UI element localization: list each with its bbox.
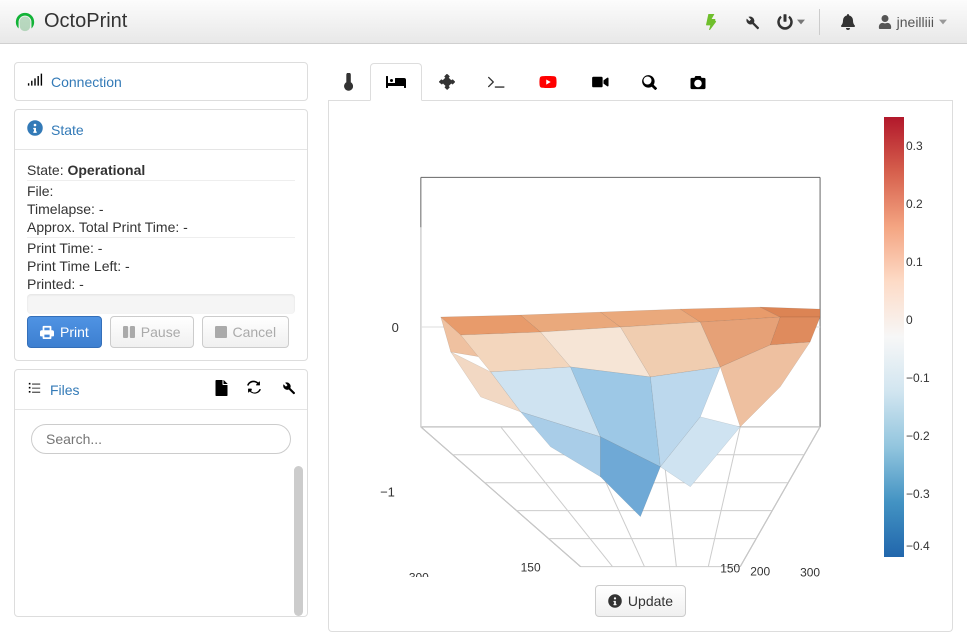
panel-files: Files	[14, 369, 308, 617]
search-input[interactable]	[31, 424, 291, 454]
refresh-icon[interactable]	[246, 380, 262, 399]
files-list[interactable]	[15, 466, 307, 616]
timelapse-label: Timelapse:	[27, 201, 95, 217]
sidebar: Connection State State: Operational File…	[14, 62, 308, 637]
octoprint-logo-icon	[14, 11, 36, 33]
tab-gcode-viewer[interactable]	[626, 63, 672, 101]
approx-value: -	[183, 219, 188, 235]
tabs	[328, 62, 953, 101]
tab-terminal[interactable]	[472, 63, 520, 101]
svg-text:−1: −1	[380, 485, 395, 500]
panel-state-title: State	[51, 122, 84, 138]
panel-connection-title: Connection	[51, 74, 122, 90]
user-icon	[878, 15, 892, 29]
tab-temperature[interactable]	[328, 63, 368, 101]
print-button[interactable]: Print	[27, 316, 102, 348]
file-icon[interactable]	[215, 380, 228, 399]
panel-connection: Connection	[14, 62, 308, 101]
tab-content-bed-visualizer: 0 −1 300 250 200 150 y 300 250 200 150 x	[328, 101, 953, 632]
approx-label: Approx. Total Print Time:	[27, 219, 179, 235]
printed-value: -	[79, 276, 84, 292]
print-time-label: Print Time:	[27, 240, 94, 256]
colorbar-gradient	[884, 117, 904, 557]
user-menu[interactable]: jneilliii	[872, 14, 953, 30]
brand[interactable]: OctoPrint	[14, 10, 127, 33]
print-time-left-label: Print Time Left:	[27, 258, 121, 274]
state-body: State: Operational File: Timelapse: - Ap…	[15, 150, 307, 360]
print-time-value: -	[98, 240, 103, 256]
tab-bed-visualizer[interactable]	[370, 63, 422, 101]
wrench-small-icon[interactable]	[280, 380, 295, 399]
signal-icon	[27, 73, 43, 90]
panel-state-header[interactable]: State	[15, 110, 307, 150]
panel-connection-header[interactable]: Connection	[15, 63, 307, 100]
info-icon	[27, 120, 43, 139]
bolt-icon[interactable]	[695, 5, 727, 39]
state-label: State:	[27, 162, 64, 178]
timelapse-value: -	[99, 201, 104, 217]
colorbar: 0.3 0.2 0.1 0 −0.1 −0.2 −0.3 −0.4	[870, 117, 940, 577]
tab-webcam[interactable]	[576, 63, 624, 101]
svg-text:0: 0	[392, 320, 399, 335]
caret-down-icon	[939, 18, 947, 26]
wrench-icon[interactable]	[735, 5, 767, 39]
tab-youtube[interactable]	[522, 63, 574, 101]
printed-label: Printed:	[27, 276, 75, 292]
panel-files-header[interactable]: Files	[15, 370, 307, 410]
divider	[819, 9, 820, 35]
pause-button[interactable]: Pause	[110, 316, 194, 348]
panel-state: State State: Operational File: Timelapse…	[14, 109, 308, 361]
power-icon[interactable]	[775, 5, 807, 39]
nav-right: jneilliii	[695, 5, 953, 39]
surface-plot[interactable]: 0 −1 300 250 200 150 y 300 250 200 150 x	[341, 117, 860, 577]
brand-name: OctoPrint	[44, 10, 127, 33]
bell-icon[interactable]	[832, 5, 864, 39]
progress-bar	[27, 294, 295, 314]
svg-text:150: 150	[521, 561, 541, 575]
svg-text:300: 300	[800, 566, 820, 577]
content: 0 −1 300 250 200 150 y 300 250 200 150 x	[328, 62, 953, 637]
tab-control[interactable]	[424, 63, 470, 101]
svg-text:150: 150	[720, 562, 740, 576]
panel-files-title: Files	[50, 382, 80, 398]
navbar: OctoPrint jneilliii	[0, 0, 967, 44]
username: jneilliii	[897, 14, 934, 30]
update-button[interactable]: Update	[595, 585, 686, 617]
file-label: File:	[27, 183, 53, 199]
svg-text:200: 200	[750, 565, 770, 577]
tab-timelapse[interactable]	[674, 63, 722, 101]
print-time-left-value: -	[125, 258, 130, 274]
state-value: Operational	[67, 162, 145, 178]
svg-text:300: 300	[409, 571, 429, 577]
cancel-button[interactable]: Cancel	[202, 316, 290, 348]
list-icon	[27, 382, 42, 398]
